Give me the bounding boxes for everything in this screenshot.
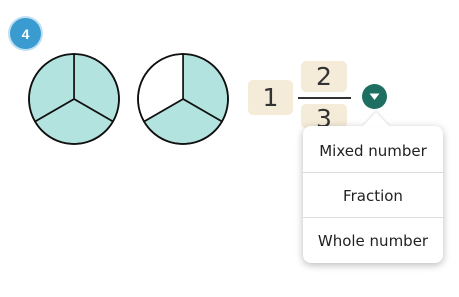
- answer-type-menu: Mixed number Fraction Whole number: [303, 126, 443, 263]
- answer-type-dropdown-toggle[interactable]: [362, 84, 387, 109]
- question-stage: 4 1 2 3 Mixed number Fraction Whole numb…: [0, 0, 459, 297]
- fraction-circle-model-1: [28, 53, 120, 145]
- triangle-down-icon: [369, 93, 380, 100]
- menu-caret: [363, 112, 389, 126]
- numerator-input[interactable]: 2: [301, 61, 347, 92]
- menu-option-whole-number[interactable]: Whole number: [303, 218, 443, 263]
- menu-option-mixed-number[interactable]: Mixed number: [303, 128, 443, 173]
- whole-number-input[interactable]: 1: [248, 80, 293, 115]
- denominator-input[interactable]: 3: [301, 104, 347, 128]
- menu-option-fraction[interactable]: Fraction: [303, 173, 443, 218]
- question-number-badge: 4: [10, 18, 41, 49]
- fraction-bar: [298, 97, 351, 99]
- fraction-circle-model-2: [137, 53, 229, 145]
